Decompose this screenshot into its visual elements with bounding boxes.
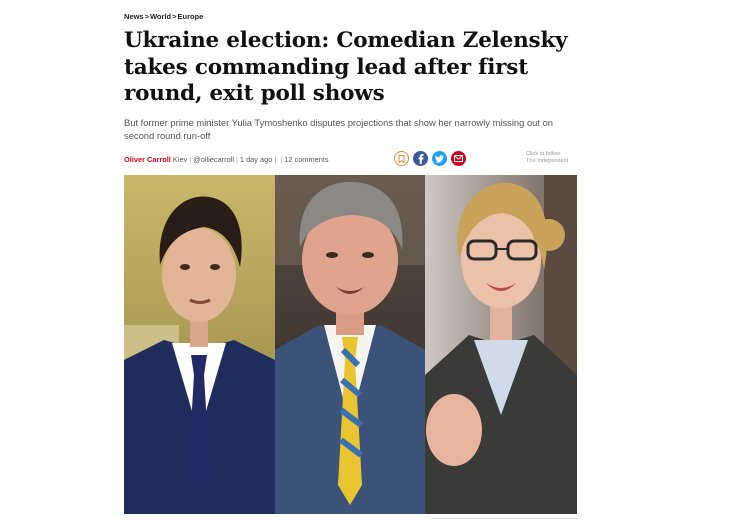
lead-photo (124, 175, 577, 514)
author-twitter-link[interactable]: @olliecarroll (193, 155, 234, 164)
facebook-icon (418, 153, 424, 164)
photo-panel-poroshenko (275, 175, 425, 514)
author-link[interactable]: Oliver Carroll (124, 155, 171, 164)
breadcrumb: News>World>Europe (124, 12, 203, 21)
headline: Ukraine election: Comedian Zelensky take… (124, 28, 568, 106)
byline-row: Oliver Carroll Kiev | @olliecarroll | 1 day … (124, 150, 584, 170)
photo-panel-tymoshenko (425, 175, 577, 514)
byline-time: 1 day ago (239, 155, 273, 164)
email-icon (454, 155, 463, 162)
twitter-share-button[interactable] (432, 151, 447, 166)
divider (432, 518, 577, 519)
facebook-share-button[interactable] (413, 151, 428, 166)
bookmark-button[interactable] (394, 151, 409, 166)
byline: Oliver Carroll Kiev | @olliecarroll | 1 day … (124, 155, 329, 164)
breadcrumb-europe[interactable]: Europe (177, 12, 203, 21)
breadcrumb-news[interactable]: News (124, 12, 144, 21)
comments-link[interactable]: 12 comments (284, 155, 328, 164)
email-share-button[interactable] (451, 151, 466, 166)
candidates-photo (124, 175, 577, 514)
follow-button[interactable]: Click to follow The Independent (526, 151, 568, 165)
twitter-icon (435, 154, 444, 163)
byline-location: Kiev (172, 155, 188, 164)
follow-line-2: The Independent (526, 157, 569, 164)
bookmark-icon (398, 154, 405, 163)
standfirst: But former prime minister Yulia Tymoshen… (124, 117, 554, 141)
share-bar (394, 151, 466, 166)
breadcrumb-world[interactable]: World (150, 12, 171, 21)
photo-panel-zelensky (124, 175, 275, 514)
follow-line-1: Click to follow (526, 151, 561, 157)
